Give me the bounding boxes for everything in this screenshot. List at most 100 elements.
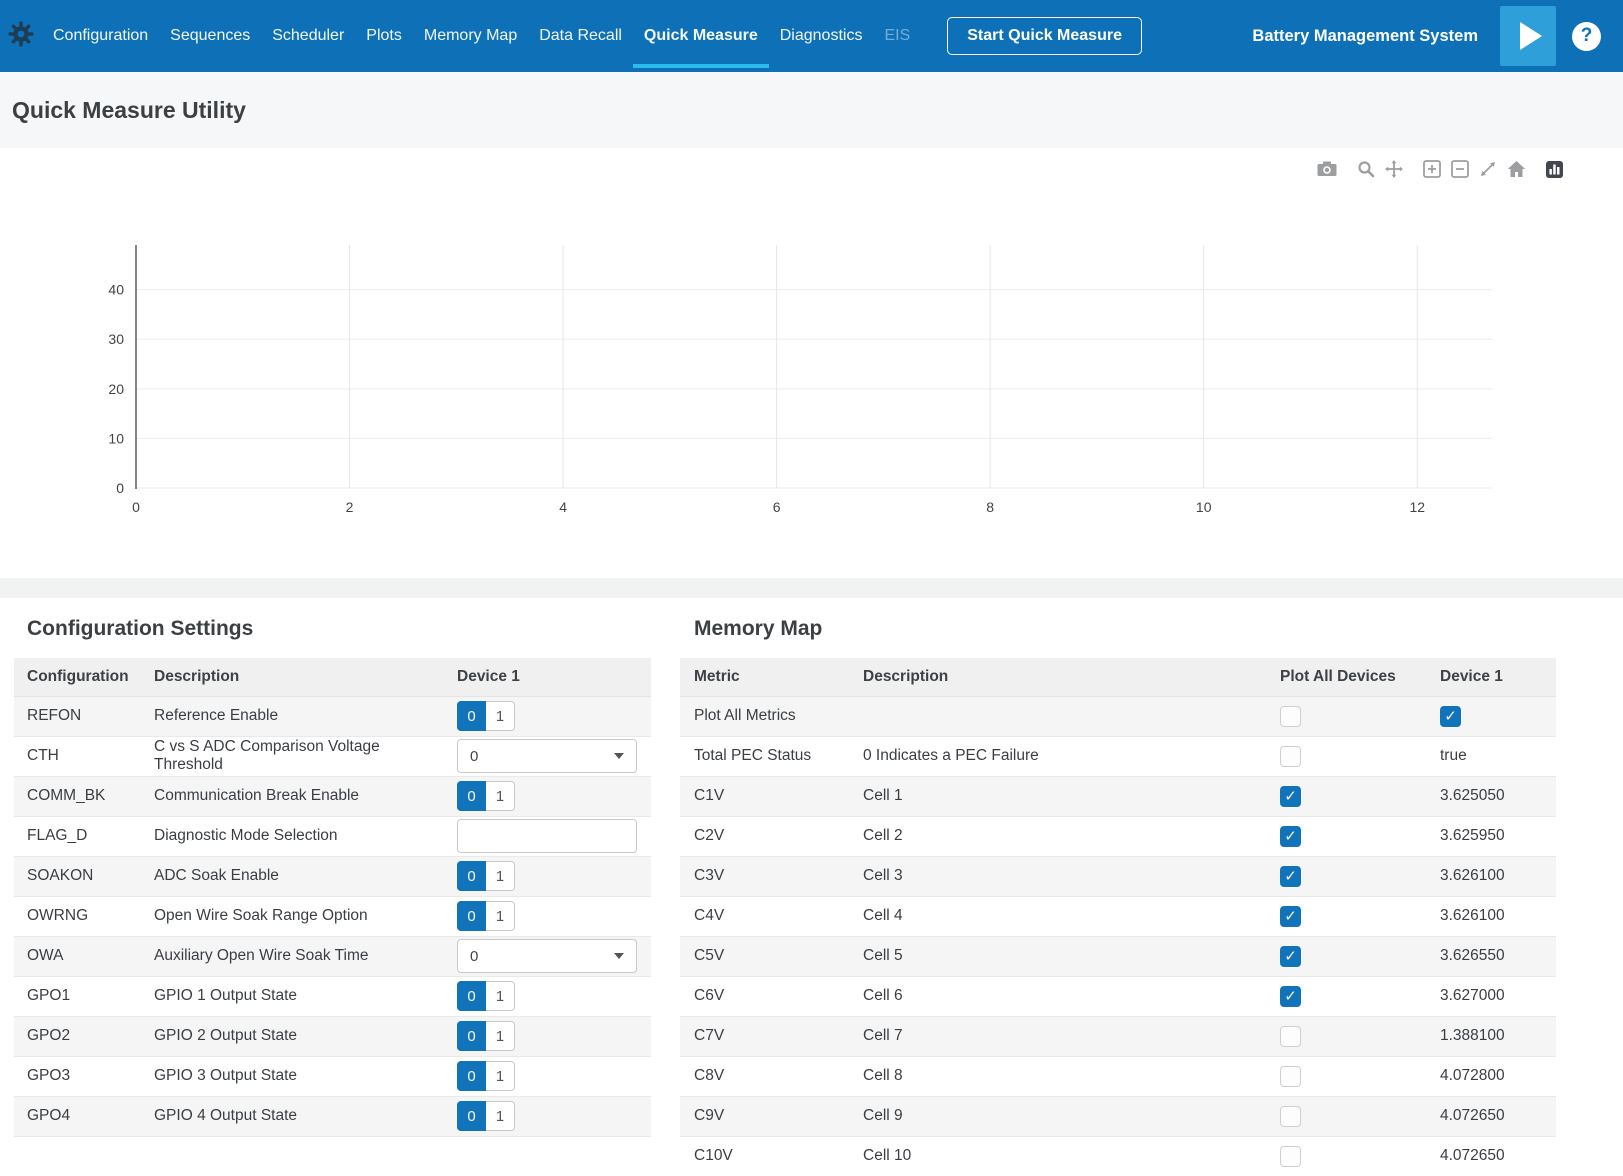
checkbox-checked[interactable]: ✓ bbox=[1280, 786, 1301, 807]
config-row-GPO4: GPO4GPIO 4 Output State01 bbox=[14, 1096, 651, 1136]
nav-item-scheduler[interactable]: Scheduler bbox=[261, 0, 355, 72]
y-tick-label: 20 bbox=[108, 381, 124, 397]
toggle-option-1[interactable]: 1 bbox=[486, 981, 515, 1011]
nav-item-diagnostics[interactable]: Diagnostics bbox=[769, 0, 874, 72]
toggle-option-0[interactable]: 0 bbox=[457, 1061, 486, 1091]
memory-plot-all-cell bbox=[1266, 1016, 1426, 1056]
chevron-down-icon bbox=[614, 753, 624, 759]
memory-description: 0 Indicates a PEC Failure bbox=[849, 736, 1266, 776]
config-device1-cell: 01 bbox=[444, 896, 651, 936]
config-column-header-2: Device 1 bbox=[444, 658, 651, 696]
check-icon: ✓ bbox=[1284, 909, 1297, 924]
memory-metric: C1V bbox=[680, 776, 849, 816]
nav-right: Battery Management System ? bbox=[1252, 0, 1623, 72]
memory-plot-all-cell: ✓ bbox=[1266, 816, 1426, 856]
config-name: REFON bbox=[14, 696, 141, 736]
nav-item-plots[interactable]: Plots bbox=[355, 0, 413, 72]
config-name: GPO1 bbox=[14, 976, 141, 1016]
checkbox-checked[interactable]: ✓ bbox=[1440, 706, 1461, 727]
toggle-option-1[interactable]: 1 bbox=[486, 901, 515, 931]
config-device1-cell: 01 bbox=[444, 776, 651, 816]
config-row-CTH: CTHC vs S ADC Comparison Voltage Thresho… bbox=[14, 736, 651, 776]
dropdown-value: 0 bbox=[470, 748, 614, 765]
nav-item-configuration[interactable]: Configuration bbox=[42, 0, 159, 72]
config-description: Communication Break Enable bbox=[141, 776, 444, 816]
config-name: CTH bbox=[14, 736, 141, 776]
toggle-option-1[interactable]: 1 bbox=[486, 1061, 515, 1091]
dropdown[interactable]: 0 bbox=[457, 739, 637, 773]
config-device1-cell: 01 bbox=[444, 1096, 651, 1136]
toggle-0-1: 01 bbox=[457, 901, 515, 931]
toggle-option-0[interactable]: 0 bbox=[457, 701, 486, 731]
y-tick-label: 10 bbox=[108, 430, 124, 446]
plot-svg[interactable]: 010203040024681012 bbox=[0, 148, 1623, 578]
nav-item-quick-measure[interactable]: Quick Measure bbox=[633, 0, 769, 72]
memory-plot-all-cell: ✓ bbox=[1266, 896, 1426, 936]
memory-device1-cell: 3.627000 bbox=[1426, 976, 1556, 1016]
play-button[interactable] bbox=[1500, 6, 1556, 66]
toggle-option-0[interactable]: 0 bbox=[457, 1101, 486, 1131]
config-device1-cell: 01 bbox=[444, 1056, 651, 1096]
dropdown[interactable]: 0 bbox=[457, 939, 637, 973]
config-name: OWA bbox=[14, 936, 141, 976]
checkbox-unchecked[interactable] bbox=[1280, 1106, 1301, 1127]
memory-device1-cell: true bbox=[1426, 736, 1556, 776]
toggle-option-1[interactable]: 1 bbox=[486, 861, 515, 891]
memory-metric: C8V bbox=[680, 1056, 849, 1096]
checkbox-unchecked[interactable] bbox=[1280, 1066, 1301, 1087]
memory-row-c9v: C9VCell 94.072650 bbox=[680, 1096, 1556, 1136]
nav-items: ConfigurationSequencesSchedulerPlotsMemo… bbox=[42, 0, 921, 72]
toggle-option-1[interactable]: 1 bbox=[486, 781, 515, 811]
config-row-FLAG_D: FLAG_DDiagnostic Mode Selection bbox=[14, 816, 651, 856]
memory-row-total-pec-status: Total PEC Status0 Indicates a PEC Failur… bbox=[680, 736, 1556, 776]
toggle-option-1[interactable]: 1 bbox=[486, 1021, 515, 1051]
memory-row-c8v: C8VCell 84.072800 bbox=[680, 1056, 1556, 1096]
lower-panels: Configuration Settings ConfigurationDesc… bbox=[0, 598, 1623, 1176]
section-divider bbox=[0, 578, 1623, 598]
check-icon: ✓ bbox=[1284, 949, 1297, 964]
page: ConfigurationSequencesSchedulerPlotsMemo… bbox=[0, 0, 1623, 1176]
checkbox-checked[interactable]: ✓ bbox=[1280, 986, 1301, 1007]
memory-description bbox=[849, 696, 1266, 736]
nav-item-data-recall[interactable]: Data Recall bbox=[528, 0, 633, 72]
toggle-option-1[interactable]: 1 bbox=[486, 1101, 515, 1131]
config-name: SOAKON bbox=[14, 856, 141, 896]
start-quick-measure-button[interactable]: Start Quick Measure bbox=[947, 17, 1142, 55]
memory-device1-cell: 1.388100 bbox=[1426, 1016, 1556, 1056]
toggle-option-1[interactable]: 1 bbox=[486, 701, 515, 731]
nav-item-sequences[interactable]: Sequences bbox=[159, 0, 261, 72]
nav-item-memory-map[interactable]: Memory Map bbox=[413, 0, 528, 72]
config-row-OWRNG: OWRNGOpen Wire Soak Range Option01 bbox=[14, 896, 651, 936]
x-tick-label: 2 bbox=[346, 499, 354, 515]
config-table-body: ConfigurationDescriptionDevice 1REFONRef… bbox=[14, 658, 651, 1136]
memory-row-c1v: C1VCell 1✓3.625050 bbox=[680, 776, 1556, 816]
configuration-settings-title: Configuration Settings bbox=[14, 616, 651, 642]
memory-device1-cell: 3.626100 bbox=[1426, 856, 1556, 896]
toggle-option-0[interactable]: 0 bbox=[457, 861, 486, 891]
checkbox-unchecked[interactable] bbox=[1280, 1026, 1301, 1047]
memory-description: Cell 7 bbox=[849, 1016, 1266, 1056]
memory-plot-all-cell bbox=[1266, 1136, 1426, 1176]
settings-gear-button[interactable] bbox=[0, 19, 42, 54]
config-device1-cell bbox=[444, 816, 651, 856]
text-input[interactable] bbox=[457, 819, 637, 853]
checkbox-unchecked[interactable] bbox=[1280, 746, 1301, 767]
checkbox-unchecked[interactable] bbox=[1280, 706, 1301, 727]
help-button[interactable]: ? bbox=[1572, 22, 1601, 51]
memory-map-panel: Memory Map MetricDescriptionPlot All Dev… bbox=[680, 598, 1556, 1176]
checkbox-checked[interactable]: ✓ bbox=[1280, 906, 1301, 927]
checkbox-checked[interactable]: ✓ bbox=[1280, 866, 1301, 887]
checkbox-checked[interactable]: ✓ bbox=[1280, 826, 1301, 847]
toggle-option-0[interactable]: 0 bbox=[457, 781, 486, 811]
toggle-option-0[interactable]: 0 bbox=[457, 1021, 486, 1051]
toggle-option-0[interactable]: 0 bbox=[457, 981, 486, 1011]
nav-item-eis[interactable]: EIS bbox=[873, 0, 921, 72]
checkbox-unchecked[interactable] bbox=[1280, 1146, 1301, 1167]
config-device1-cell: 01 bbox=[444, 976, 651, 1016]
memory-metric: Plot All Metrics bbox=[680, 696, 849, 736]
config-name: GPO4 bbox=[14, 1096, 141, 1136]
toggle-option-0[interactable]: 0 bbox=[457, 901, 486, 931]
x-tick-label: 4 bbox=[559, 499, 567, 515]
checkbox-checked[interactable]: ✓ bbox=[1280, 946, 1301, 967]
memory-description: Cell 5 bbox=[849, 936, 1266, 976]
